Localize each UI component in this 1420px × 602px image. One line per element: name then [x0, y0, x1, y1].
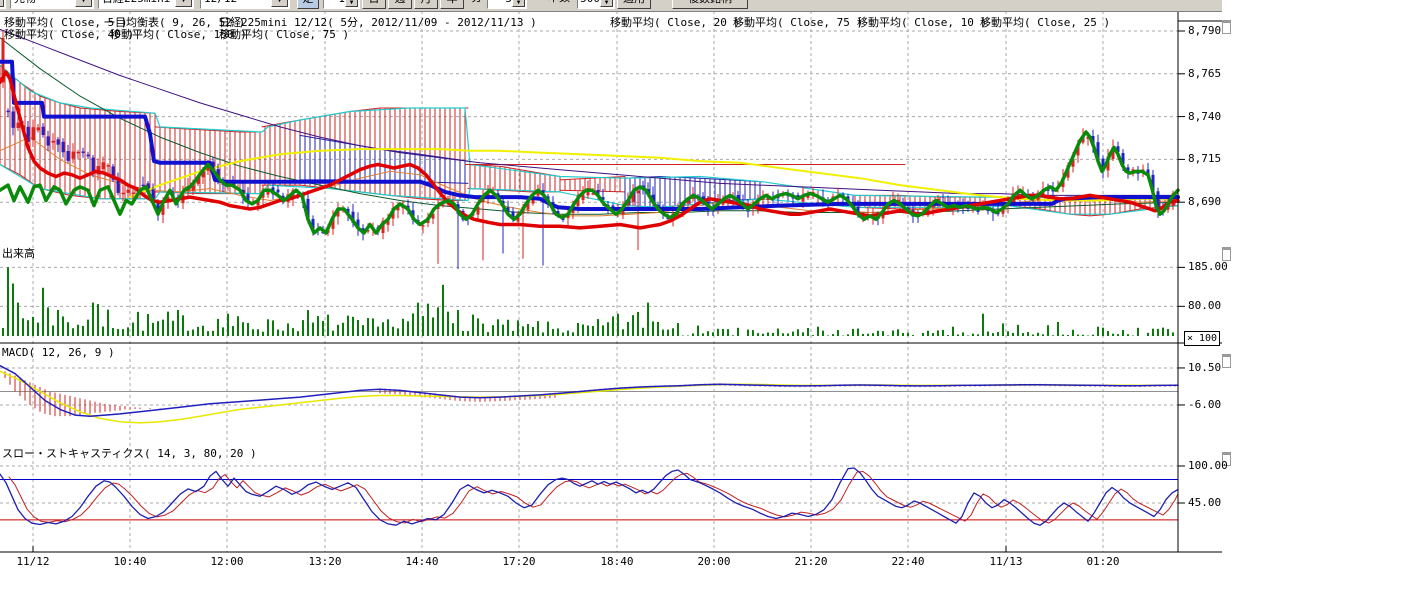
legend-item: 移動平均( Close, 75 )	[219, 26, 349, 42]
candlesticks	[2, 31, 1175, 269]
prev-combo-arrow[interactable]: ▼	[0, 0, 6, 9]
legend-item: 移動平均( Close, 75 )	[733, 14, 863, 30]
price-axis-tick: 8,740	[1188, 110, 1221, 123]
time-axis-label: 10:40	[110, 555, 150, 568]
stochastics-panel-series	[0, 468, 1178, 525]
chevron-down-icon[interactable]: ▼	[175, 0, 192, 7]
chevron-down-icon[interactable]: ▼	[271, 0, 288, 7]
thick-moving-averages	[0, 62, 1178, 233]
time-axis-label: 14:40	[402, 555, 442, 568]
volume-axis-tick: 185.00	[1188, 260, 1228, 273]
trading-chart-window: { "toolbar": { "combo_category": "先物", "…	[0, 0, 1420, 602]
chevron-down-icon[interactable]: ▼	[0, 0, 4, 7]
minute-mode-label[interactable]: 分	[470, 0, 484, 9]
minute-value-spinner[interactable]: 5 ▲▼	[487, 0, 527, 9]
multi-symbol-button[interactable]: 複数銘柄	[672, 0, 748, 9]
period-button-4[interactable]: 年	[440, 0, 464, 9]
symbol-dropdown[interactable]: 日経225mini ▼	[98, 0, 194, 9]
time-axis-label: 12:00	[207, 555, 247, 568]
toolbar: ▼ 先物 ▼ 日経225mini ▼ 12/12 ▼ 足 1 ▲▼ 日週月年 分…	[0, 0, 1222, 12]
price-axis-tick: 8,715	[1188, 152, 1221, 165]
category-dropdown-value: 先物	[14, 0, 36, 5]
volume-panel-label: 出来高	[2, 245, 35, 261]
bar-period-value: 1	[338, 0, 345, 5]
price-axis-tick: 8,690	[1188, 195, 1221, 208]
time-axis-date-label: 11/12	[13, 555, 53, 568]
period-button-1[interactable]: 日	[362, 0, 386, 9]
gridlines	[0, 11, 1178, 552]
stoch-axis-tick: 45.00	[1188, 496, 1221, 509]
minute-value: 5	[505, 0, 512, 5]
macd-axis-tick: 10.50	[1188, 361, 1221, 374]
time-axis-date-label: 11/13	[986, 555, 1026, 568]
category-dropdown[interactable]: 先物 ▼	[10, 0, 94, 9]
period-button-3[interactable]: 月	[414, 0, 438, 9]
contract-dropdown-value: 12/12	[204, 0, 237, 5]
volume-pane-handle-icon[interactable]	[1222, 247, 1231, 261]
price-axis-tick: 8,765	[1188, 67, 1221, 80]
time-axis-label: 17:20	[499, 555, 539, 568]
spinner-arrows-icon[interactable]: ▲▼	[600, 0, 613, 7]
macd-panel-series	[0, 366, 1178, 423]
legend-item: 移動平均( Close, 20 )	[610, 14, 740, 30]
axis-frame	[0, 11, 1222, 552]
macd-axis-tick: -6.00	[1188, 398, 1221, 411]
apply-button[interactable]: 適用	[617, 0, 651, 9]
price-pane-handle-icon[interactable]	[1222, 20, 1231, 34]
bar-count-spinner[interactable]: 500 ▲▼	[577, 0, 615, 9]
macd-pane-handle-icon[interactable]	[1222, 354, 1231, 368]
time-axis-label: 01:20	[1083, 555, 1123, 568]
time-axis-label: 20:00	[694, 555, 734, 568]
period-button-2[interactable]: 週	[388, 0, 412, 9]
legend-item: 移動平均( Close, 25 )	[980, 14, 1110, 30]
thin-moving-averages	[0, 29, 1178, 216]
spinner-arrows-icon[interactable]: ▲▼	[345, 0, 358, 7]
chevron-down-icon[interactable]: ▼	[75, 0, 92, 7]
symbol-dropdown-value: 日経225mini	[102, 0, 170, 5]
volume-multiplier-badge: × 100	[1184, 331, 1220, 346]
time-axis-label: 22:40	[888, 555, 928, 568]
time-axis-label: 21:20	[791, 555, 831, 568]
bar-count-value: 500	[580, 0, 600, 5]
time-axis-label: 13:20	[305, 555, 345, 568]
bar-count-label: 本数	[548, 0, 576, 9]
volume-bars	[2, 267, 1174, 336]
stoch-panel-label: スロー・ストキャスティクス( 14, 3, 80, 20 )	[2, 445, 257, 461]
legend-item: 移動平均( Close, 10 )	[857, 14, 987, 30]
volume-axis-tick: 80.00	[1188, 299, 1221, 312]
spinner-arrows-icon[interactable]: ▲▼	[512, 0, 525, 7]
stoch-axis-tick: 100.00	[1188, 459, 1228, 472]
bar-period-spinner[interactable]: 1 ▲▼	[323, 0, 360, 9]
macd-panel-label: MACD( 12, 26, 9 )	[2, 346, 115, 359]
contract-dropdown[interactable]: 12/12 ▼	[200, 0, 290, 9]
price-axis-tick: 8,790	[1188, 24, 1221, 37]
bar-type-button[interactable]: 足	[297, 0, 319, 9]
time-axis-label: 18:40	[597, 555, 637, 568]
